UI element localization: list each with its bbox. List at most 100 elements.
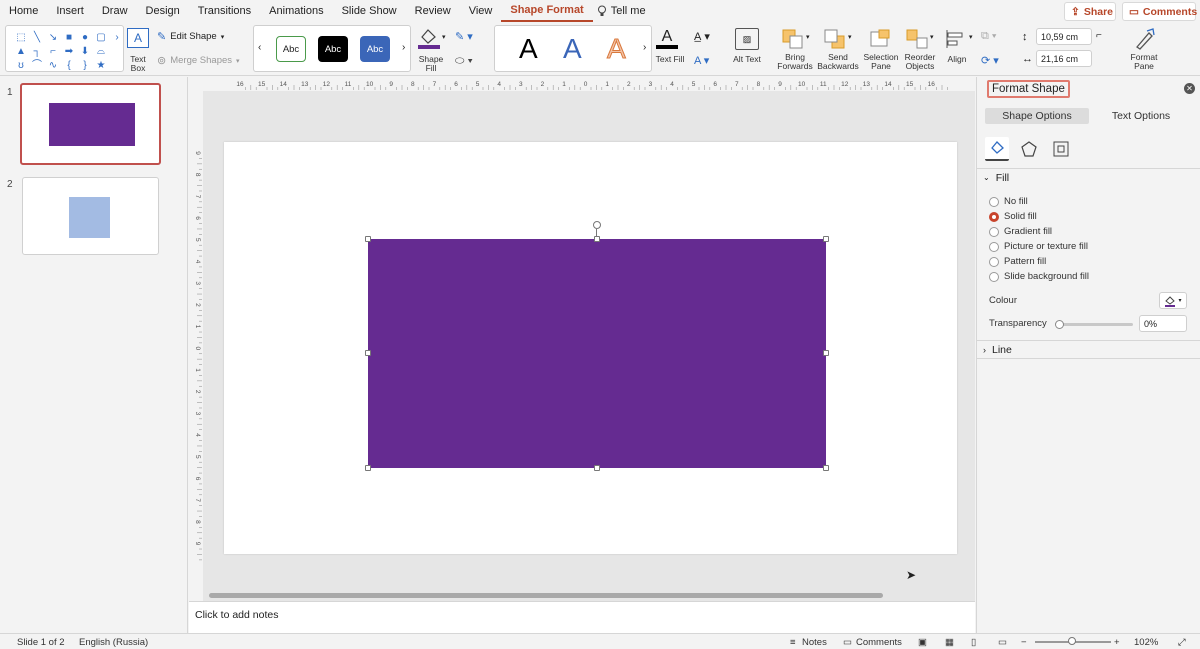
fill-option-gradient-fill[interactable]: Gradient fill	[989, 226, 1052, 237]
text-box-icon[interactable]: A	[127, 28, 149, 48]
resize-handle-b[interactable]	[594, 465, 600, 471]
selection-pane-icon[interactable]	[869, 28, 893, 50]
selection-pane-label[interactable]: Selection Pane	[862, 53, 900, 71]
down-arrow-icon[interactable]: ⬇	[78, 45, 92, 58]
text-box-label[interactable]: Text Box	[124, 55, 152, 73]
shape-styles-gallery[interactable]: ‹ Abc Abc Abc ›	[253, 25, 411, 72]
horizontal-scrollbar[interactable]	[209, 593, 883, 598]
merge-shapes-button[interactable]: ⊚ Merge Shapes ▾	[157, 54, 240, 67]
triangle-shape-icon[interactable]: ▲	[14, 45, 28, 58]
comments-toggle[interactable]: Comments	[856, 637, 902, 648]
line-shape-icon[interactable]: ╲	[30, 31, 44, 44]
reorder-chevron-icon[interactable]: ▾	[930, 33, 934, 41]
menu-home[interactable]: Home	[0, 0, 47, 22]
transparency-slider-track[interactable]	[1057, 323, 1133, 326]
resize-handle-tl[interactable]	[365, 236, 371, 242]
colour-picker-button[interactable]: ▾	[1159, 292, 1187, 309]
language-indicator[interactable]: English (Russia)	[79, 637, 148, 648]
zoom-out-icon[interactable]: −	[1021, 637, 1027, 648]
effects-pentagon-icon[interactable]	[1017, 137, 1041, 161]
transparency-field[interactable]: 0%	[1139, 315, 1187, 332]
tab-shape-options[interactable]: Shape Options	[985, 108, 1089, 124]
style-outline-green[interactable]: Abc	[276, 36, 306, 62]
size-properties-icon[interactable]	[1049, 137, 1073, 161]
format-pane-label[interactable]: Format Pane	[1126, 53, 1162, 71]
text-fill-label[interactable]: Text Fill	[652, 55, 688, 64]
reading-view-icon[interactable]: ▯	[971, 637, 976, 648]
radio-no-fill[interactable]	[989, 196, 999, 207]
share-button[interactable]: ⇪ Share	[1064, 2, 1116, 21]
radio-slide-background-fill[interactable]	[989, 271, 999, 282]
purple-rectangle-shape[interactable]	[368, 239, 826, 468]
slide-sorter-icon[interactable]: ▦	[945, 637, 954, 648]
zoom-slider-thumb[interactable]	[1068, 637, 1076, 645]
brace-left-icon[interactable]: {	[62, 59, 76, 72]
bring-forwards-label[interactable]: Bring Forwards	[776, 53, 814, 71]
style-black[interactable]: Abc	[318, 36, 348, 62]
tab-text-options[interactable]: Text Options	[1089, 108, 1193, 124]
send-backwards-label[interactable]: Send Backwards	[816, 53, 860, 71]
reorder-objects-icon[interactable]	[905, 28, 929, 50]
reorder-objects-label[interactable]: Reorder Objects	[902, 53, 938, 71]
fit-to-window-icon[interactable]: ⤢	[1178, 637, 1186, 648]
wave-icon[interactable]: ∿	[46, 59, 60, 72]
bring-forwards-chevron-icon[interactable]: ▾	[806, 33, 810, 41]
slide-canvas[interactable]	[224, 142, 957, 554]
fill-option-solid-fill[interactable]: Solid fill	[989, 211, 1037, 222]
shape-fill-label[interactable]: Shape Fill	[416, 55, 446, 73]
line-section-header[interactable]: › Line	[977, 340, 1200, 358]
lock-aspect-icon[interactable]: ⌐	[1096, 30, 1102, 41]
arc-icon[interactable]: ⌒	[30, 59, 44, 72]
wordart-black[interactable]: A	[519, 34, 538, 64]
bring-forwards-icon[interactable]	[781, 28, 805, 50]
slide-editing-area[interactable]: 16 15 14 13 12 11 10 9 8 7 6 5 4 3 2 1 0 1 2 3 4 5 6 7 8 9 10 11 12 1…	[189, 77, 975, 601]
comments-toggle-icon[interactable]: ▭	[843, 637, 852, 648]
align-label[interactable]: Align	[944, 55, 970, 64]
zoom-level[interactable]: 102%	[1134, 637, 1158, 648]
radio-picture-fill[interactable]	[989, 241, 999, 252]
alt-text-label[interactable]: Alt Text	[733, 55, 761, 64]
wordart-orange[interactable]: A	[607, 33, 627, 64]
height-field[interactable]: 10,59 cm	[1036, 28, 1092, 45]
slideshow-view-icon[interactable]: ▭	[998, 637, 1007, 648]
wordart-gallery[interactable]: A A A ›	[494, 25, 652, 72]
align-chevron-icon[interactable]: ▾	[969, 33, 973, 41]
radio-solid-fill[interactable]	[989, 211, 999, 222]
freeform-icon[interactable]: ⌓	[94, 45, 108, 58]
resize-handle-br[interactable]	[823, 465, 829, 471]
fill-option-slide-background[interactable]: Slide background fill	[989, 271, 1089, 282]
radio-gradient-fill[interactable]	[989, 226, 999, 237]
shape-effects-icon[interactable]: ⬭ ▾	[455, 55, 473, 68]
connector-elbow-icon[interactable]: ⌐	[46, 45, 60, 58]
comments-button[interactable]: ▭ Comments	[1122, 2, 1197, 21]
menu-shape-format[interactable]: Shape Format	[501, 0, 593, 22]
shape-fill-button[interactable]	[416, 27, 442, 49]
zoom-in-icon[interactable]: +	[1114, 637, 1120, 648]
oval-shape-icon[interactable]: ●	[78, 31, 92, 44]
shape-outline-icon[interactable]: ✎ ▾	[455, 30, 473, 43]
style-blue[interactable]: Abc	[360, 36, 390, 62]
slide-thumbnail-2[interactable]	[22, 177, 159, 255]
text-outline-icon[interactable]: A̲ ▾	[694, 30, 710, 43]
group-objects-icon[interactable]: ⧉ ▾	[981, 30, 997, 43]
connector-icon[interactable]: ┐	[30, 45, 44, 58]
rectangle-shape-icon[interactable]: ■	[62, 31, 76, 44]
shape-fill-chevron-icon[interactable]: ▾	[442, 33, 446, 41]
transparency-slider-thumb[interactable]	[1055, 320, 1064, 329]
rounded-rect-icon[interactable]: ▢	[94, 31, 108, 44]
text-fill-button[interactable]: A	[654, 27, 680, 51]
send-backwards-icon[interactable]	[823, 28, 847, 50]
rotate-icon[interactable]: ⟳ ▾	[981, 54, 999, 67]
arrow-line-icon[interactable]: ↘	[46, 31, 60, 44]
textbox-shape-icon[interactable]: ⬚	[14, 31, 28, 44]
fill-line-icon[interactable]	[985, 137, 1009, 161]
rotate-handle[interactable]	[593, 221, 601, 229]
radio-pattern-fill[interactable]	[989, 256, 999, 267]
format-pane-icon[interactable]	[1131, 27, 1157, 51]
alt-text-icon[interactable]: ▨	[735, 28, 759, 50]
menu-draw[interactable]: Draw	[93, 0, 137, 22]
fill-option-no-fill[interactable]: No fill	[989, 196, 1028, 207]
menu-design[interactable]: Design	[137, 0, 189, 22]
star-shape-icon[interactable]: ★	[94, 59, 108, 72]
menu-view[interactable]: View	[460, 0, 502, 22]
